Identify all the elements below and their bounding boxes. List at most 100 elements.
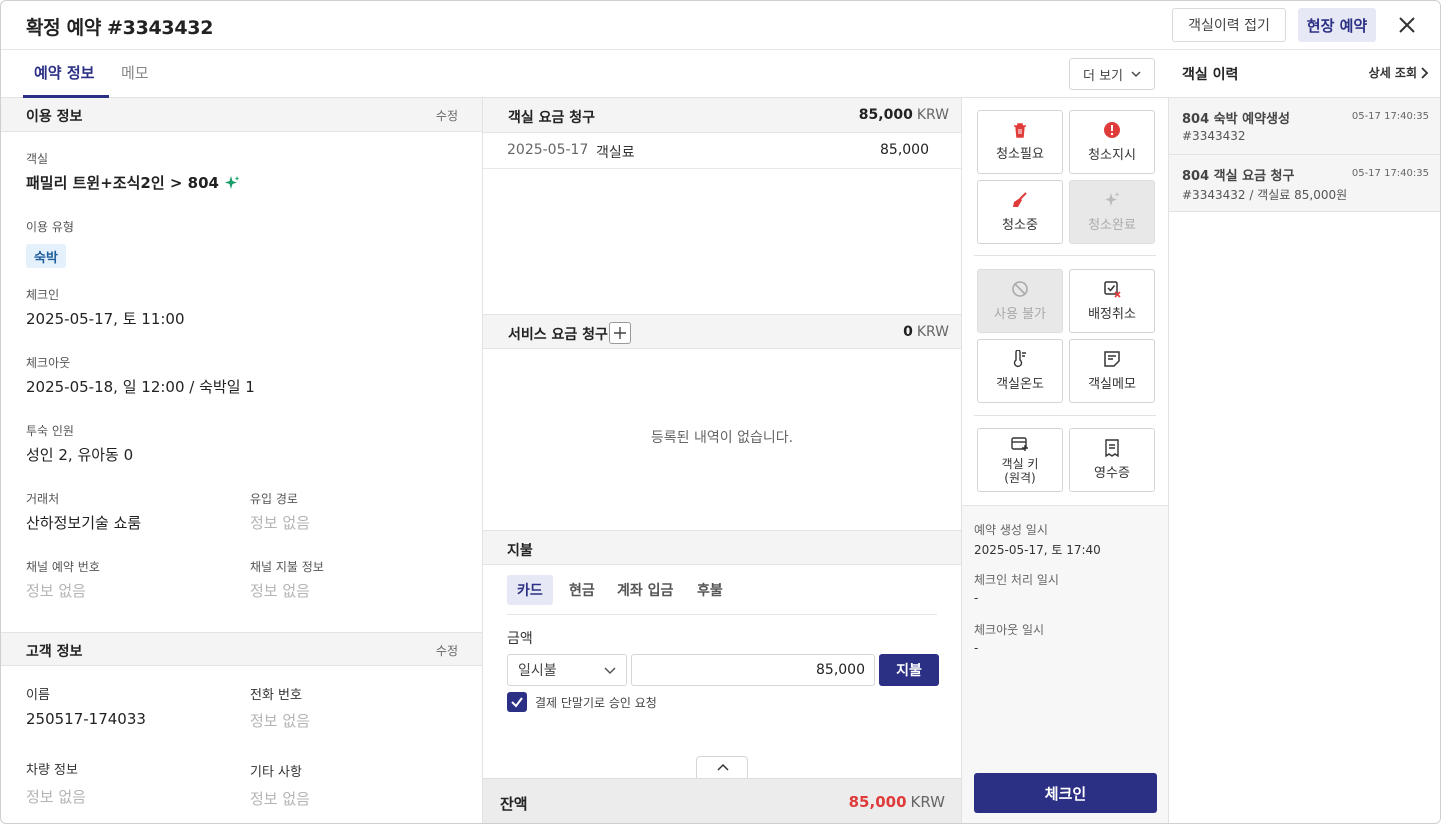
- checkout-processed-value: -: [974, 641, 979, 655]
- history-detail-link[interactable]: 상세 조회: [1369, 64, 1429, 81]
- more-button[interactable]: 더 보기: [1069, 58, 1155, 90]
- charge-row-date: 2025-05-17: [507, 142, 589, 158]
- charge-row-amount: 85,000: [880, 142, 929, 158]
- clean-needed-label: 청소필요: [996, 147, 1044, 162]
- payment-amount-input[interactable]: 85,000: [631, 654, 875, 686]
- room-actions-panel: 청소필요 청소지시 청소중 청소완료 사용 불가 배정취소 객실온도 객실메모 …: [962, 98, 1169, 823]
- trash-icon: [1014, 123, 1026, 138]
- history-header: 객실 이력 상세 조회: [1169, 50, 1440, 98]
- room-charge-total: 85,000 KRW: [859, 107, 949, 123]
- clean-done-button[interactable]: 청소완료: [1069, 180, 1155, 244]
- collapse-payment-button[interactable]: [696, 756, 748, 778]
- checkout-value: 2025-05-18, 일 12:00 / 숙박일 1: [26, 378, 255, 396]
- cleaning-label: 청소중: [1002, 218, 1038, 233]
- charge-row-item: 객실료: [596, 145, 635, 161]
- installment-select[interactable]: 일시불: [507, 654, 627, 686]
- room-memo-button[interactable]: 객실메모: [1069, 339, 1155, 403]
- balance-bar: 잔액 85,000 KRW: [483, 778, 961, 823]
- balance-currency: KRW: [910, 793, 945, 811]
- service-charge-header: 서비스 요금 청구 0 KRW: [483, 314, 961, 349]
- room-temperature-label: 객실온도: [996, 377, 1044, 392]
- cleaning-button[interactable]: 청소중: [977, 180, 1063, 244]
- room-memo-label: 객실메모: [1088, 377, 1136, 392]
- customer-edit-button[interactable]: 수정: [436, 642, 458, 659]
- thermometer-icon: [1013, 350, 1026, 368]
- history-item[interactable]: 804 숙박 예약생성 #3343432 05-17 17:40:35: [1169, 98, 1440, 155]
- source-label: 유입 경로: [250, 492, 298, 506]
- history-item-title: 804 객실 요금 청구: [1182, 169, 1295, 184]
- room-temperature-button[interactable]: 객실온도: [977, 339, 1063, 403]
- channel-payment-label: 채널 지불 정보: [250, 560, 324, 574]
- reservation-status: 확정 예약: [26, 17, 102, 39]
- unavailable-button[interactable]: 사용 불가: [977, 269, 1063, 333]
- service-charge-currency: KRW: [916, 324, 949, 340]
- service-empty-message: 등록된 내역이 없습니다.: [650, 430, 794, 446]
- etc-label: 기타 사항: [250, 765, 302, 780]
- payment-tab-card[interactable]: 카드: [507, 575, 553, 605]
- terminal-approval-label: 결제 단말기로 승인 요청: [535, 696, 657, 710]
- chevron-right-icon: [1421, 66, 1429, 79]
- checkin-button[interactable]: 체크인: [974, 773, 1157, 813]
- clean-order-label: 청소지시: [1088, 148, 1136, 163]
- terminal-approval-checkbox[interactable]: [507, 692, 527, 712]
- history-item-sub: #3343432 / 객실료 85,000원: [1182, 188, 1348, 202]
- collapse-history-button[interactable]: 객실이력 접기: [1172, 8, 1286, 42]
- unassign-icon: [1104, 281, 1121, 298]
- tab-reservation-info[interactable]: 예약 정보: [34, 62, 94, 83]
- action-divider: [974, 255, 1156, 256]
- more-button-label: 더 보기: [1082, 68, 1123, 84]
- walkin-reservation-button[interactable]: 현장 예약: [1298, 8, 1376, 42]
- add-service-button[interactable]: [609, 322, 631, 344]
- etc-value: 정보 없음: [250, 790, 310, 808]
- charge-row[interactable]: 2025-05-17 객실료 85,000: [483, 133, 961, 169]
- phone-value: 정보 없음: [250, 712, 310, 730]
- receipt-icon: [1105, 439, 1119, 457]
- history-title: 객실 이력: [1182, 67, 1239, 83]
- chevron-down-icon: [1131, 71, 1141, 77]
- memo-icon: [1104, 351, 1120, 367]
- sparkle-icon: [224, 175, 240, 189]
- receipt-button[interactable]: 영수증: [1069, 428, 1155, 492]
- clean-order-button[interactable]: 청소지시: [1069, 110, 1155, 174]
- payment-tab-transfer[interactable]: 계좌 입금: [607, 575, 683, 605]
- history-detail-label: 상세 조회: [1368, 66, 1417, 80]
- vehicle-value: 정보 없음: [26, 788, 86, 806]
- phone-label: 전화 번호: [250, 688, 302, 703]
- room-value: 패밀리 트윈+조식2인 > 804: [26, 172, 240, 193]
- payment-title: 지불: [507, 543, 533, 559]
- room-key-button[interactable]: 객실 키 (원격): [977, 428, 1063, 492]
- usage-section-header: 이용 정보 수정: [1, 98, 482, 132]
- close-icon[interactable]: [1395, 13, 1419, 37]
- plus-icon: [614, 327, 626, 339]
- reservation-meta: 예약 생성 일시 2025-05-17, 토 17:40 체크인 처리 일시 -…: [962, 505, 1168, 823]
- payment-tab-deferred[interactable]: 후불: [687, 575, 733, 605]
- unassign-label: 배정취소: [1088, 307, 1136, 322]
- payment-method-tabs: 카드 현금 계좌 입금 후불: [507, 575, 937, 615]
- usage-edit-button[interactable]: 수정: [436, 107, 458, 124]
- clean-done-label: 청소완료: [1088, 218, 1136, 233]
- usage-type-label: 이용 유형: [26, 220, 74, 234]
- checkout-processed-label: 체크아웃 일시: [974, 623, 1045, 637]
- client-label: 거래처: [26, 492, 60, 506]
- vehicle-label: 차량 정보: [26, 763, 78, 778]
- room-charge-header: 객실 요금 청구 85,000 KRW: [483, 98, 961, 133]
- installment-value: 일시불: [518, 663, 557, 679]
- customer-section-header: 고객 정보 수정: [1, 632, 482, 666]
- room-charge-currency: KRW: [916, 107, 949, 123]
- action-divider: [974, 415, 1156, 416]
- payment-header: 지불: [483, 530, 961, 565]
- unassign-button[interactable]: 배정취소: [1069, 269, 1155, 333]
- clean-needed-button[interactable]: 청소필요: [977, 110, 1063, 174]
- service-charge-total: 0 KRW: [903, 324, 949, 340]
- history-item-time: 05-17 17:40:35: [1351, 168, 1429, 179]
- source-value: 정보 없음: [250, 514, 310, 532]
- alert-icon: [1104, 122, 1120, 138]
- room-key-label-line2: (원격): [1004, 470, 1036, 485]
- tab-memo[interactable]: 메모: [121, 62, 149, 83]
- check-icon: [511, 697, 523, 708]
- guests-label: 투숙 인원: [26, 424, 74, 438]
- block-icon: [1012, 281, 1028, 297]
- history-item[interactable]: 804 객실 요금 청구 #3343432 / 객실료 85,000원 05-1…: [1169, 155, 1440, 212]
- pay-button[interactable]: 지불: [879, 654, 939, 686]
- payment-tab-cash[interactable]: 현금: [559, 575, 605, 605]
